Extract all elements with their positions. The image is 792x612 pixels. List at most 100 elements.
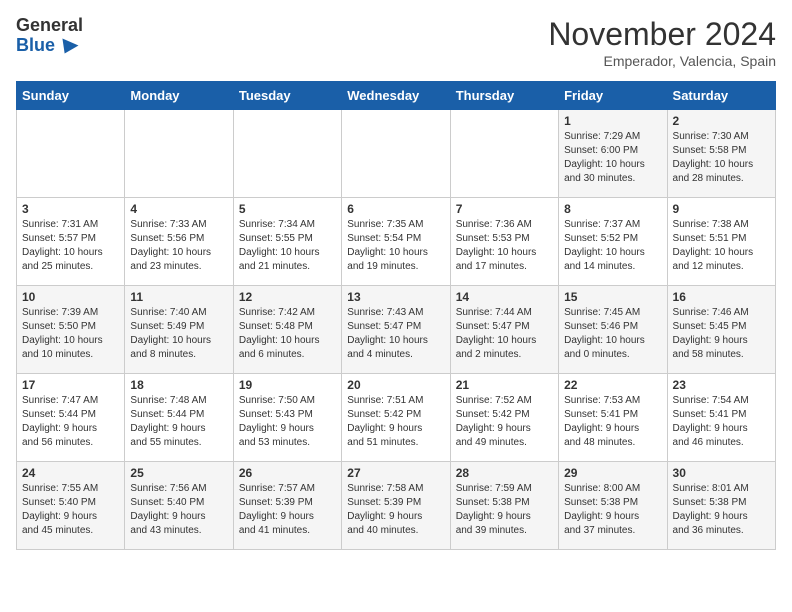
- day-info: Sunrise: 7:55 AMSunset: 5:40 PMDaylight:…: [22, 482, 119, 538]
- logo-general-text: General: [16, 16, 83, 36]
- day-number: 10: [22, 290, 119, 304]
- calendar-cell: 19 Sunrise: 7:50 AMSunset: 5:43 PMDayligh…: [233, 374, 341, 462]
- day-info: Sunrise: 8:00 AMSunset: 5:38 PMDaylight:…: [564, 482, 661, 538]
- calendar-week-2: 3 Sunrise: 7:31 AMSunset: 5:57 PMDaylight…: [17, 198, 776, 286]
- calendar-cell: 16 Sunrise: 7:46 AMSunset: 5:45 PMDayligh…: [667, 286, 775, 374]
- day-info: Sunrise: 7:30 AMSunset: 5:58 PMDaylight:…: [673, 130, 770, 186]
- day-info: Sunrise: 7:53 AMSunset: 5:41 PMDaylight:…: [564, 394, 661, 450]
- day-info: Sunrise: 7:43 AMSunset: 5:47 PMDaylight:…: [347, 306, 444, 362]
- day-info: Sunrise: 7:44 AMSunset: 5:47 PMDaylight:…: [456, 306, 553, 362]
- day-number: 15: [564, 290, 661, 304]
- calendar-cell: 29 Sunrise: 8:00 AMSunset: 5:38 PMDayligh…: [559, 462, 667, 550]
- day-info: Sunrise: 7:54 AMSunset: 5:41 PMDaylight:…: [673, 394, 770, 450]
- calendar-cell: 24 Sunrise: 7:55 AMSunset: 5:40 PMDayligh…: [17, 462, 125, 550]
- day-info: Sunrise: 7:37 AMSunset: 5:52 PMDaylight:…: [564, 218, 661, 274]
- day-number: 9: [673, 202, 770, 216]
- day-info: Sunrise: 7:50 AMSunset: 5:43 PMDaylight:…: [239, 394, 336, 450]
- day-number: 27: [347, 466, 444, 480]
- weekday-header-wednesday: Wednesday: [342, 82, 450, 110]
- calendar-cell: 25Sunrise: 7:56 AMSunset: 5:40 PMDayligh…: [125, 462, 233, 550]
- day-info: Sunrise: 7:31 AMSunset: 5:57 PMDaylight:…: [22, 218, 119, 274]
- day-info: Sunrise: 7:56 AMSunset: 5:40 PMDaylight:…: [130, 482, 227, 538]
- calendar-cell: 11 Sunrise: 7:40 AMSunset: 5:49 PMDayligh…: [125, 286, 233, 374]
- calendar-cell: [125, 110, 233, 198]
- day-info: Sunrise: 7:42 AMSunset: 5:48 PMDaylight:…: [239, 306, 336, 362]
- calendar-cell: 26Sunrise: 7:57 AMSunset: 5:39 PMDayligh…: [233, 462, 341, 550]
- weekday-header-sunday: Sunday: [17, 82, 125, 110]
- calendar-week-5: 24 Sunrise: 7:55 AMSunset: 5:40 PMDayligh…: [17, 462, 776, 550]
- calendar-cell: 30 Sunrise: 8:01 AMSunset: 5:38 PMDayligh…: [667, 462, 775, 550]
- day-info: Sunrise: 7:47 AMSunset: 5:44 PMDaylight:…: [22, 394, 119, 450]
- day-info: Sunrise: 7:40 AMSunset: 5:49 PMDaylight:…: [130, 306, 227, 362]
- calendar-cell: 15Sunrise: 7:45 AMSunset: 5:46 PMDayligh…: [559, 286, 667, 374]
- day-info: Sunrise: 7:52 AMSunset: 5:42 PMDaylight:…: [456, 394, 553, 450]
- weekday-header-monday: Monday: [125, 82, 233, 110]
- day-info: Sunrise: 7:51 AMSunset: 5:42 PMDaylight:…: [347, 394, 444, 450]
- day-number: 16: [673, 290, 770, 304]
- calendar-cell: [233, 110, 341, 198]
- weekday-header-thursday: Thursday: [450, 82, 558, 110]
- calendar-week-4: 17 Sunrise: 7:47 AMSunset: 5:44 PMDayligh…: [17, 374, 776, 462]
- day-number: 23: [673, 378, 770, 392]
- page-header: General Blue November 2024 Emperador, Va…: [16, 16, 776, 69]
- day-number: 18: [130, 378, 227, 392]
- day-info: Sunrise: 7:48 AMSunset: 5:44 PMDaylight:…: [130, 394, 227, 450]
- weekday-header-saturday: Saturday: [667, 82, 775, 110]
- calendar-cell: 18 Sunrise: 7:48 AMSunset: 5:44 PMDayligh…: [125, 374, 233, 462]
- day-number: 26: [239, 466, 336, 480]
- calendar-cell: [450, 110, 558, 198]
- calendar-cell: 8 Sunrise: 7:37 AMSunset: 5:52 PMDaylight…: [559, 198, 667, 286]
- day-info: Sunrise: 7:59 AMSunset: 5:38 PMDaylight:…: [456, 482, 553, 538]
- location-subtitle: Emperador, Valencia, Spain: [548, 53, 776, 69]
- calendar-cell: 2 Sunrise: 7:30 AMSunset: 5:58 PMDaylight…: [667, 110, 775, 198]
- calendar-cell: 10 Sunrise: 7:39 AMSunset: 5:50 PMDayligh…: [17, 286, 125, 374]
- calendar-cell: 1Sunrise: 7:29 AMSunset: 6:00 PMDaylight…: [559, 110, 667, 198]
- day-info: Sunrise: 8:01 AMSunset: 5:38 PMDaylight:…: [673, 482, 770, 538]
- day-number: 22: [564, 378, 661, 392]
- calendar-cell: [342, 110, 450, 198]
- day-number: 4: [130, 202, 227, 216]
- calendar-cell: [17, 110, 125, 198]
- day-info: Sunrise: 7:33 AMSunset: 5:56 PMDaylight:…: [130, 218, 227, 274]
- calendar-cell: 5Sunrise: 7:34 AMSunset: 5:55 PMDaylight…: [233, 198, 341, 286]
- day-info: Sunrise: 7:36 AMSunset: 5:53 PMDaylight:…: [456, 218, 553, 274]
- calendar-cell: 28Sunrise: 7:59 AMSunset: 5:38 PMDayligh…: [450, 462, 558, 550]
- day-number: 5: [239, 202, 336, 216]
- day-number: 12: [239, 290, 336, 304]
- day-number: 14: [456, 290, 553, 304]
- calendar-cell: 22 Sunrise: 7:53 AMSunset: 5:41 PMDayligh…: [559, 374, 667, 462]
- day-number: 17: [22, 378, 119, 392]
- day-number: 20: [347, 378, 444, 392]
- day-info: Sunrise: 7:58 AMSunset: 5:39 PMDaylight:…: [347, 482, 444, 538]
- day-number: 29: [564, 466, 661, 480]
- calendar-cell: 23 Sunrise: 7:54 AMSunset: 5:41 PMDayligh…: [667, 374, 775, 462]
- day-number: 3: [22, 202, 119, 216]
- day-number: 2: [673, 114, 770, 128]
- calendar-cell: 13 Sunrise: 7:43 AMSunset: 5:47 PMDayligh…: [342, 286, 450, 374]
- calendar-cell: 12 Sunrise: 7:42 AMSunset: 5:48 PMDayligh…: [233, 286, 341, 374]
- day-info: Sunrise: 7:35 AMSunset: 5:54 PMDaylight:…: [347, 218, 444, 274]
- day-number: 11: [130, 290, 227, 304]
- logo: General Blue: [16, 16, 83, 56]
- day-number: 8: [564, 202, 661, 216]
- day-info: Sunrise: 7:39 AMSunset: 5:50 PMDaylight:…: [22, 306, 119, 362]
- calendar-cell: 17 Sunrise: 7:47 AMSunset: 5:44 PMDayligh…: [17, 374, 125, 462]
- calendar-week-1: 1Sunrise: 7:29 AMSunset: 6:00 PMDaylight…: [17, 110, 776, 198]
- calendar-cell: 27 Sunrise: 7:58 AMSunset: 5:39 PMDayligh…: [342, 462, 450, 550]
- logo-bird-icon: [56, 34, 79, 53]
- title-area: November 2024 Emperador, Valencia, Spain: [548, 16, 776, 69]
- day-number: 30: [673, 466, 770, 480]
- day-number: 21: [456, 378, 553, 392]
- month-title: November 2024: [548, 16, 776, 53]
- day-number: 19: [239, 378, 336, 392]
- calendar-week-3: 10 Sunrise: 7:39 AMSunset: 5:50 PMDayligh…: [17, 286, 776, 374]
- day-info: Sunrise: 7:46 AMSunset: 5:45 PMDaylight:…: [673, 306, 770, 362]
- weekday-header-tuesday: Tuesday: [233, 82, 341, 110]
- day-number: 13: [347, 290, 444, 304]
- calendar-cell: 14 Sunrise: 7:44 AMSunset: 5:47 PMDayligh…: [450, 286, 558, 374]
- day-info: Sunrise: 7:29 AMSunset: 6:00 PMDaylight:…: [564, 130, 661, 186]
- day-info: Sunrise: 7:38 AMSunset: 5:51 PMDaylight:…: [673, 218, 770, 274]
- calendar-cell: 9 Sunrise: 7:38 AMSunset: 5:51 PMDaylight…: [667, 198, 775, 286]
- day-number: 24: [22, 466, 119, 480]
- calendar-cell: 21 Sunrise: 7:52 AMSunset: 5:42 PMDayligh…: [450, 374, 558, 462]
